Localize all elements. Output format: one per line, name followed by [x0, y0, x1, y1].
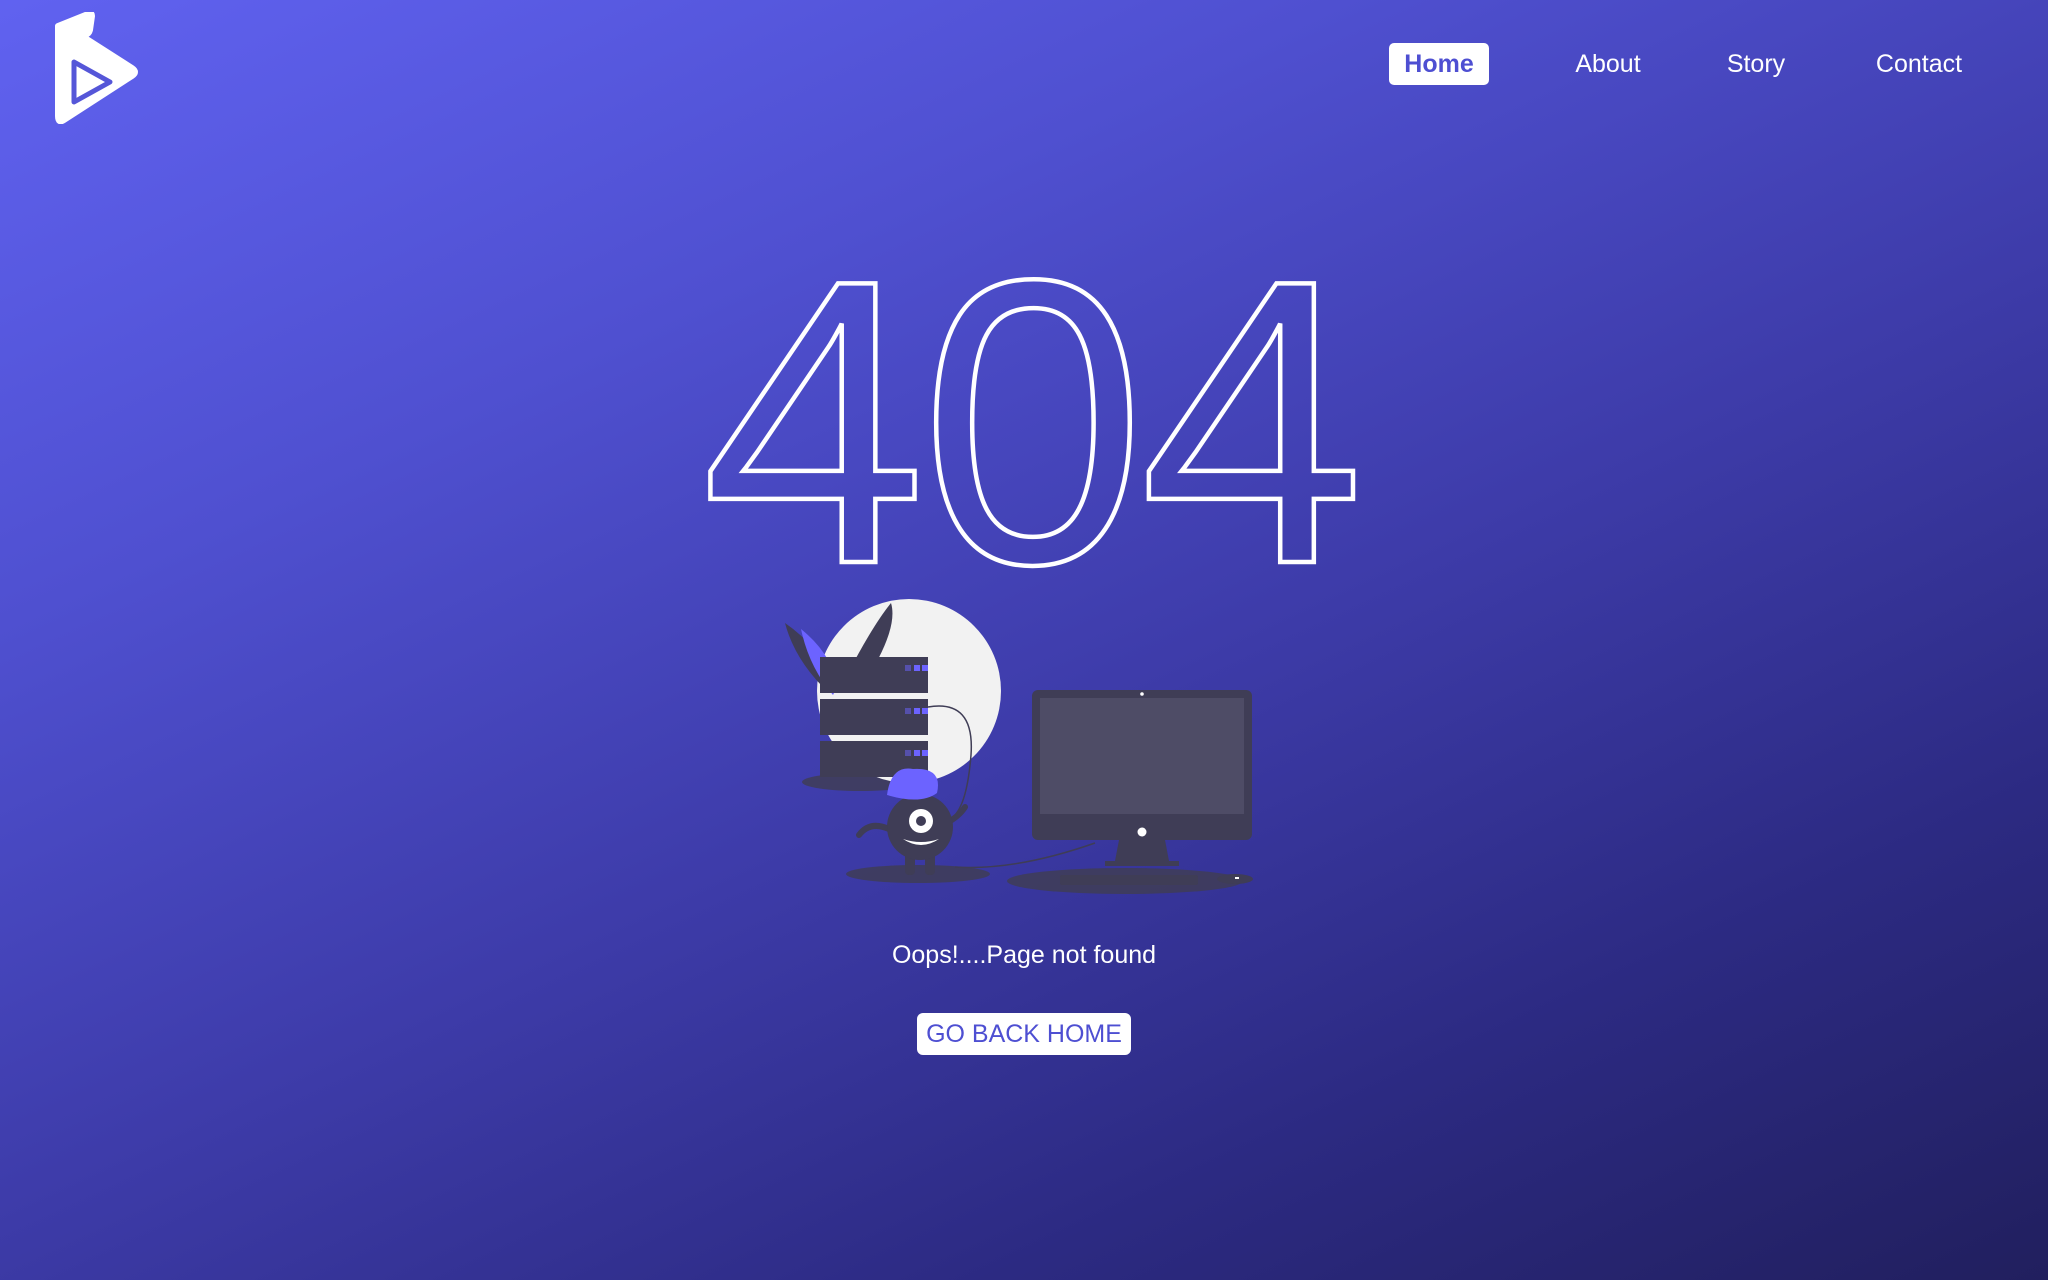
nav-story-link[interactable]: Story [1720, 43, 1792, 85]
error-code-text: 404 [701, 270, 1359, 570]
nav-about-link[interactable]: About [1560, 43, 1656, 85]
nav-contact-link[interactable]: Contact [1864, 43, 1974, 85]
not-found-message: Oops!....Page not found [891, 941, 1157, 969]
nav-home-link[interactable]: Home [1389, 43, 1489, 85]
error-code-heading: 404 [699, 270, 1367, 570]
server-monster-computer-illustration [785, 599, 1253, 894]
main-nav: Home About Story Contact [0, 43, 2048, 85]
go-back-home-button[interactable]: GO BACK HOME [917, 1013, 1131, 1055]
